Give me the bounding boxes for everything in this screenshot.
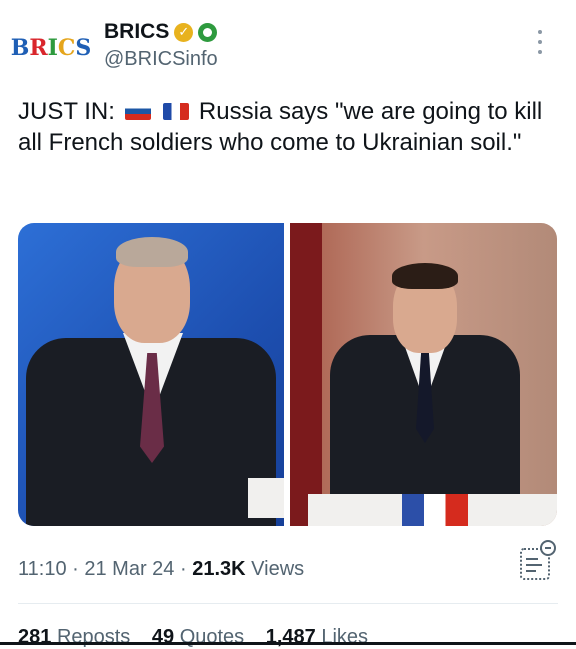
french-tricolor-banner (402, 494, 468, 526)
gold-check-badge-icon[interactable]: ✓ (174, 22, 194, 42)
tweet-time[interactable]: 11:10 (18, 558, 67, 580)
views-count: 21.3K (192, 558, 246, 580)
avatar[interactable]: BRICS (11, 28, 92, 68)
display-name-row[interactable]: BRICS ✓ (104, 20, 218, 44)
media-grid (18, 223, 557, 526)
media-photo-left[interactable] (18, 223, 284, 526)
tweet-text: JUST IN: Russia says "we are going to ki… (18, 96, 563, 158)
engagement-stats: 281 Reposts 49 Quotes 1,487 Likes (18, 626, 384, 649)
divider (18, 603, 558, 604)
meta-separator: · (72, 558, 79, 580)
meta-separator: · (180, 558, 187, 580)
france-flag-icon (163, 103, 190, 120)
russia-flag-icon (124, 103, 151, 120)
user-handle[interactable]: @BRICSinfo (104, 48, 218, 71)
display-name[interactable]: BRICS (104, 20, 169, 44)
analytics-icon[interactable] (518, 540, 556, 580)
views-label: Views (251, 558, 305, 580)
more-options-icon[interactable] (530, 30, 550, 54)
tweet-meta: 11:10 · 21 Mar 24 · 21.3K Views (18, 558, 304, 581)
tweet-prefix: JUST IN: (18, 98, 115, 125)
tweet-header: BRICS BRICS ✓ @BRICSinfo (0, 0, 576, 90)
media-photo-right[interactable] (290, 223, 557, 526)
affiliate-badge-icon[interactable] (198, 22, 218, 42)
brics-logo: BRICS (10, 35, 92, 61)
tweet-date[interactable]: 21 Mar 24 (84, 558, 174, 580)
